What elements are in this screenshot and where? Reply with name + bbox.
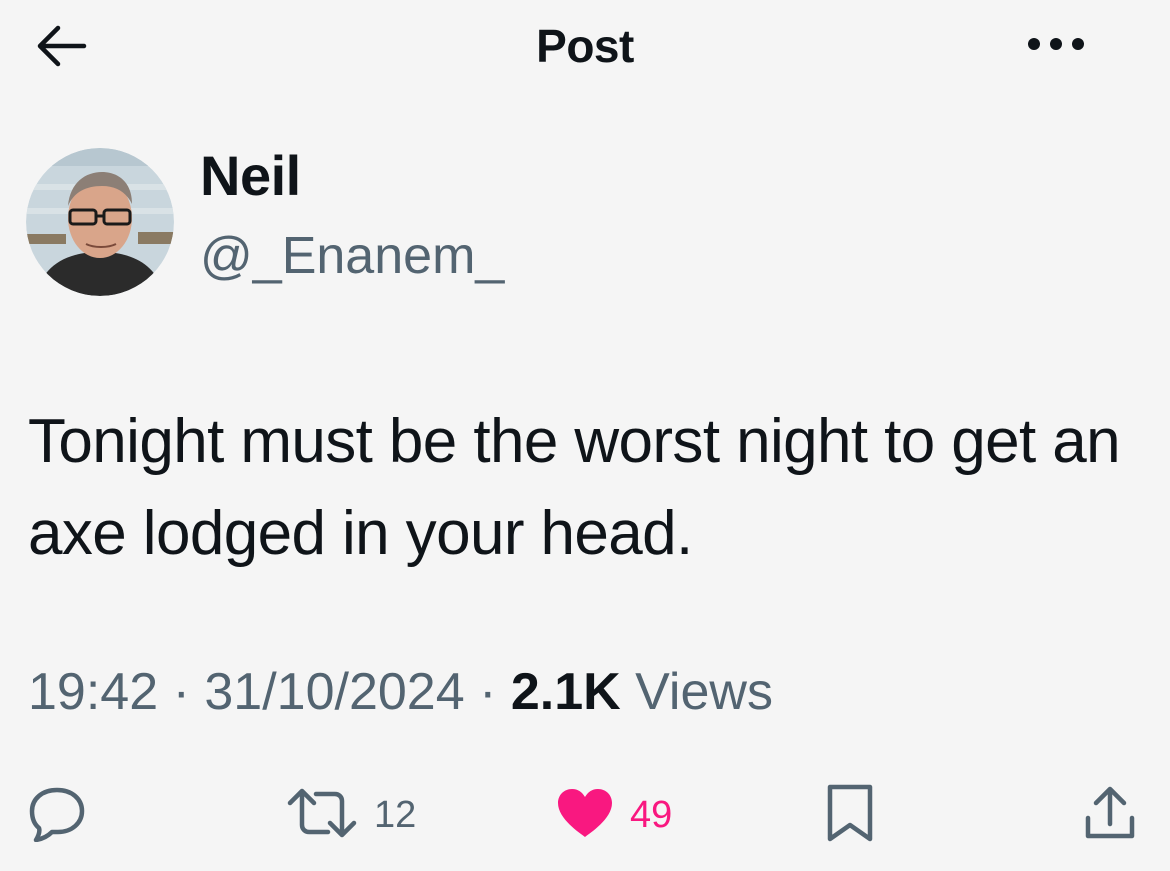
heart-icon bbox=[556, 787, 614, 844]
bookmark-icon bbox=[822, 783, 878, 848]
retweet-icon bbox=[286, 785, 358, 846]
like-button[interactable]: 49 bbox=[556, 784, 672, 846]
reply-button[interactable] bbox=[26, 784, 88, 846]
retweet-count: 12 bbox=[374, 793, 417, 836]
author-handle[interactable]: @_Enanem_ bbox=[200, 224, 504, 288]
views-label[interactable]: Views bbox=[635, 663, 773, 721]
share-icon bbox=[1082, 784, 1138, 847]
like-count: 49 bbox=[630, 793, 673, 836]
profile-photo bbox=[26, 148, 174, 296]
meta-separator: · bbox=[479, 663, 497, 721]
tweet-meta: 19:42 · 31/10/2024 · 2.1K Views bbox=[28, 660, 773, 724]
meta-separator: · bbox=[172, 663, 190, 721]
more-horizontal-icon bbox=[1026, 36, 1086, 57]
views-count[interactable]: 2.1K bbox=[511, 663, 621, 721]
bookmark-button[interactable] bbox=[822, 784, 878, 846]
author-display-name[interactable]: Neil bbox=[200, 142, 301, 210]
post-screen: Post Neil @_Enanem_ Tonight must be the … bbox=[0, 0, 1170, 871]
tweet-date[interactable]: 31/10/2024 bbox=[204, 663, 464, 721]
tweet-time[interactable]: 19:42 bbox=[28, 663, 158, 721]
more-options-button[interactable] bbox=[1020, 26, 1092, 66]
page-title: Post bbox=[536, 20, 634, 72]
reply-bubble-icon bbox=[26, 784, 88, 847]
retweet-button[interactable]: 12 bbox=[286, 784, 416, 846]
tweet-text: Tonight must be the worst night to get a… bbox=[28, 407, 1121, 568]
share-button[interactable] bbox=[1082, 784, 1138, 846]
avatar[interactable] bbox=[26, 148, 174, 296]
